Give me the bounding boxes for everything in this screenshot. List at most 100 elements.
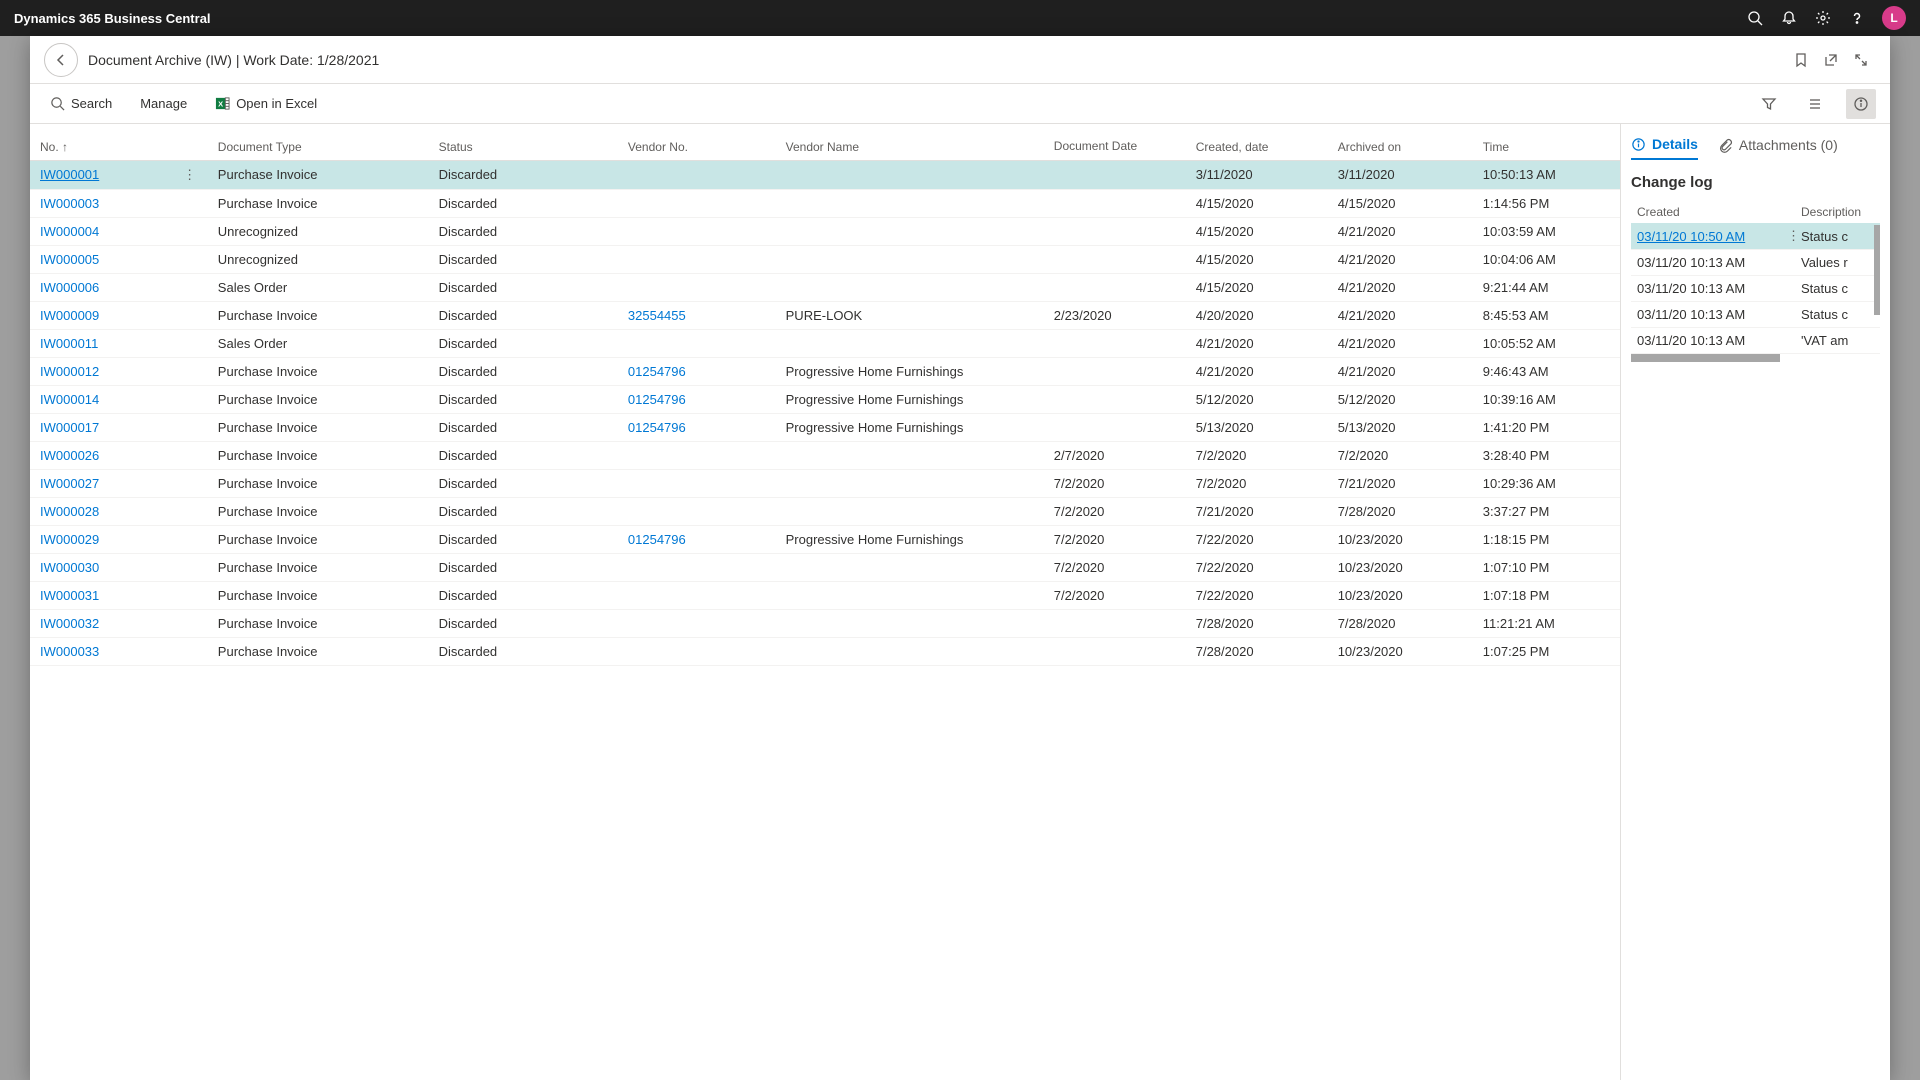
table-row[interactable]: IW000001⋮Purchase InvoiceDiscarded3/11/2… xyxy=(30,160,1620,189)
log-created-link[interactable]: 03/11/20 10:50 AM xyxy=(1637,229,1745,244)
table-row[interactable]: IW000033Purchase InvoiceDiscarded7/28/20… xyxy=(30,637,1620,665)
row-menu-icon[interactable] xyxy=(175,441,210,469)
table-row[interactable]: IW000011Sales OrderDiscarded4/21/20204/2… xyxy=(30,329,1620,357)
doc-no-link[interactable]: IW000004 xyxy=(40,224,99,239)
toolbar-excel[interactable]: X Open in Excel xyxy=(209,92,323,115)
bookmark-icon[interactable] xyxy=(1786,45,1816,75)
row-menu-icon[interactable] xyxy=(175,357,210,385)
doc-no-link[interactable]: IW000011 xyxy=(40,336,98,351)
log-created-link[interactable]: 03/11/20 10:13 AM xyxy=(1637,255,1745,270)
table-row[interactable]: IW000014Purchase InvoiceDiscarded0125479… xyxy=(30,385,1620,413)
table-row[interactable]: IW000003Purchase InvoiceDiscarded4/15/20… xyxy=(30,189,1620,217)
row-menu-icon[interactable] xyxy=(175,497,210,525)
doc-no-link[interactable]: IW000031 xyxy=(40,588,99,603)
row-menu-icon[interactable] xyxy=(175,469,210,497)
doc-no-link[interactable]: IW000030 xyxy=(40,560,99,575)
doc-no-link[interactable]: IW000017 xyxy=(40,420,99,435)
tab-details[interactable]: Details xyxy=(1631,136,1698,160)
log-row[interactable]: 03/11/20 10:13 AM'VAT am xyxy=(1631,328,1880,354)
table-row[interactable]: IW000017Purchase InvoiceDiscarded0125479… xyxy=(30,413,1620,441)
log-created-link[interactable]: 03/11/20 10:13 AM xyxy=(1637,281,1745,296)
col-status[interactable]: Status xyxy=(431,124,620,160)
vendor-no-link[interactable]: 01254796 xyxy=(628,420,686,435)
doc-no-link[interactable]: IW000014 xyxy=(40,392,99,407)
table-row[interactable]: IW000028Purchase InvoiceDiscarded7/2/202… xyxy=(30,497,1620,525)
notifications-icon[interactable] xyxy=(1772,1,1806,35)
help-icon[interactable] xyxy=(1840,1,1874,35)
tab-attachments[interactable]: Attachments (0) xyxy=(1718,136,1838,160)
doc-no-link[interactable]: IW000029 xyxy=(40,532,99,547)
log-created-link[interactable]: 03/11/20 10:13 AM xyxy=(1637,333,1745,348)
log-row-menu-icon[interactable] xyxy=(1781,276,1795,302)
info-pane-icon[interactable] xyxy=(1846,89,1876,119)
row-menu-icon[interactable] xyxy=(175,413,210,441)
row-menu-icon[interactable] xyxy=(175,553,210,581)
col-time[interactable]: Time xyxy=(1475,124,1620,160)
row-menu-icon[interactable] xyxy=(175,245,210,273)
vendor-no-link[interactable]: 32554455 xyxy=(628,308,686,323)
collapse-icon[interactable] xyxy=(1846,45,1876,75)
doc-no-link[interactable]: IW000026 xyxy=(40,448,99,463)
row-menu-icon[interactable] xyxy=(175,385,210,413)
popout-icon[interactable] xyxy=(1816,45,1846,75)
doc-no-link[interactable]: IW000003 xyxy=(40,196,99,211)
row-menu-icon[interactable] xyxy=(175,301,210,329)
log-row-menu-icon[interactable] xyxy=(1781,250,1795,276)
table-row[interactable]: IW000029Purchase InvoiceDiscarded0125479… xyxy=(30,525,1620,553)
log-col-description[interactable]: Description xyxy=(1795,201,1880,223)
table-row[interactable]: IW000005UnrecognizedDiscarded4/15/20204/… xyxy=(30,245,1620,273)
log-v-scrollbar[interactable] xyxy=(1874,225,1880,315)
log-row[interactable]: 03/11/20 10:13 AMStatus c xyxy=(1631,276,1880,302)
filter-icon[interactable] xyxy=(1754,89,1784,119)
table-row[interactable]: IW000004UnrecognizedDiscarded4/15/20204/… xyxy=(30,217,1620,245)
col-archived[interactable]: Archived on xyxy=(1330,124,1475,160)
table-row[interactable]: IW000032Purchase InvoiceDiscarded7/28/20… xyxy=(30,609,1620,637)
doc-no-link[interactable]: IW000005 xyxy=(40,252,99,267)
avatar[interactable]: L xyxy=(1882,6,1906,30)
col-vendor-no[interactable]: Vendor No. xyxy=(620,124,778,160)
log-created-link[interactable]: 03/11/20 10:13 AM xyxy=(1637,307,1745,322)
col-created[interactable]: Created, date xyxy=(1188,124,1330,160)
log-col-created[interactable]: Created xyxy=(1631,201,1781,223)
vendor-no-link[interactable]: 01254796 xyxy=(628,364,686,379)
log-row[interactable]: 03/11/20 10:13 AMValues r xyxy=(1631,250,1880,276)
back-button[interactable] xyxy=(44,43,78,77)
col-vendor-name[interactable]: Vendor Name xyxy=(778,124,1046,160)
vendor-no-link[interactable]: 01254796 xyxy=(628,532,686,547)
table-row[interactable]: IW000031Purchase InvoiceDiscarded7/2/202… xyxy=(30,581,1620,609)
row-menu-icon[interactable] xyxy=(175,273,210,301)
log-h-scrollbar[interactable] xyxy=(1631,354,1880,362)
settings-icon[interactable] xyxy=(1806,1,1840,35)
row-menu-icon[interactable] xyxy=(175,329,210,357)
log-row-menu-icon[interactable]: ⋮ xyxy=(1781,223,1795,250)
row-menu-icon[interactable] xyxy=(175,189,210,217)
table-row[interactable]: IW000012Purchase InvoiceDiscarded0125479… xyxy=(30,357,1620,385)
doc-no-link[interactable]: IW000028 xyxy=(40,504,99,519)
doc-no-link[interactable]: IW000001 xyxy=(40,167,99,182)
log-row-menu-icon[interactable] xyxy=(1781,328,1795,354)
doc-no-link[interactable]: IW000027 xyxy=(40,476,99,491)
doc-no-link[interactable]: IW000032 xyxy=(40,616,99,631)
row-menu-icon[interactable] xyxy=(175,581,210,609)
col-no[interactable]: No. ↑ xyxy=(30,124,175,160)
col-doc-date[interactable]: Document Date xyxy=(1046,124,1188,160)
toolbar-manage[interactable]: Manage xyxy=(134,92,193,115)
table-row[interactable]: IW000026Purchase InvoiceDiscarded2/7/202… xyxy=(30,441,1620,469)
row-menu-icon[interactable]: ⋮ xyxy=(175,160,210,189)
table-row[interactable]: IW000009Purchase InvoiceDiscarded3255445… xyxy=(30,301,1620,329)
doc-no-link[interactable]: IW000009 xyxy=(40,308,99,323)
log-row[interactable]: 03/11/20 10:50 AM⋮Status c xyxy=(1631,223,1880,250)
toolbar-search[interactable]: Search xyxy=(44,92,118,115)
doc-no-link[interactable]: IW000012 xyxy=(40,364,99,379)
row-menu-icon[interactable] xyxy=(175,637,210,665)
log-row[interactable]: 03/11/20 10:13 AMStatus c xyxy=(1631,302,1880,328)
table-row[interactable]: IW000030Purchase InvoiceDiscarded7/2/202… xyxy=(30,553,1620,581)
row-menu-icon[interactable] xyxy=(175,525,210,553)
log-row-menu-icon[interactable] xyxy=(1781,302,1795,328)
row-menu-icon[interactable] xyxy=(175,217,210,245)
table-row[interactable]: IW000006Sales OrderDiscarded4/15/20204/2… xyxy=(30,273,1620,301)
doc-no-link[interactable]: IW000006 xyxy=(40,280,99,295)
search-icon[interactable] xyxy=(1738,1,1772,35)
row-menu-icon[interactable] xyxy=(175,609,210,637)
table-row[interactable]: IW000027Purchase InvoiceDiscarded7/2/202… xyxy=(30,469,1620,497)
